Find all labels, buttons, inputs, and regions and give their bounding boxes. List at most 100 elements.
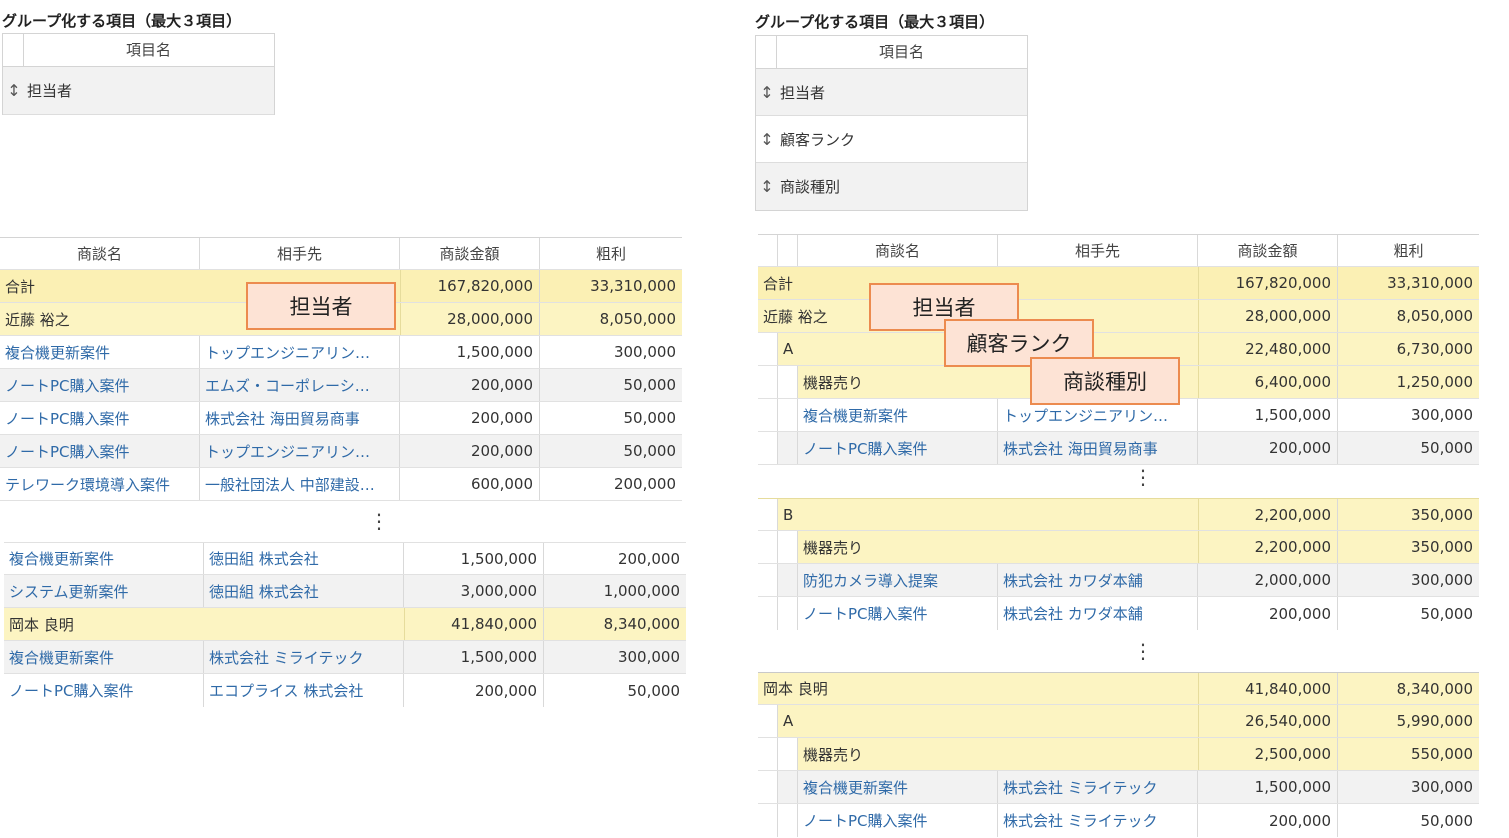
column-header-item-name: 項目名: [878, 43, 924, 61]
header-deal-name[interactable]: 商談名: [798, 235, 998, 266]
subsubgroup-row[interactable]: 機器売り 2,500,000 550,000: [758, 738, 1479, 771]
partner-link[interactable]: 徳田組 株式会社: [204, 575, 404, 607]
partner-link[interactable]: エコプライス 株式会社: [204, 674, 404, 707]
table-row[interactable]: ノートPC購入案件 トップエンジニアリン… 200,000 50,000: [0, 435, 682, 468]
table-row[interactable]: ノートPC購入案件 エコプライス 株式会社 200,000 50,000: [4, 674, 686, 707]
deal-profit: 50,000: [1420, 439, 1474, 457]
subgroup-row[interactable]: A 26,540,000 5,990,000: [758, 705, 1479, 738]
table-row[interactable]: 複合機更新案件 徳田組 株式会社 1,500,000 200,000: [4, 542, 686, 575]
table-row[interactable]: 複合機更新案件 株式会社 ミライテック 1,500,000 300,000: [758, 771, 1479, 804]
partner-link[interactable]: 株式会社 海田貿易商事: [998, 432, 1198, 464]
deal-name-link[interactable]: システム更新案件: [4, 575, 204, 607]
deal-amount: 3,000,000: [404, 575, 544, 607]
deal-name-link[interactable]: ノートPC購入案件: [798, 432, 998, 464]
deal-name-link[interactable]: ノートPC購入案件: [0, 435, 200, 467]
header-amount[interactable]: 商談金額: [1198, 235, 1338, 266]
deal-amount: 1,500,000: [404, 543, 544, 574]
table-row[interactable]: テレワーク環境導入案件 一般社団法人 中部建設… 600,000 200,000: [0, 468, 682, 501]
header-partner[interactable]: 相手先: [200, 238, 400, 269]
table-row[interactable]: システム更新案件 徳田組 株式会社 3,000,000 1,000,000: [4, 575, 686, 608]
grouping-item[interactable]: ↕ 担当者: [756, 69, 1027, 116]
partner-link[interactable]: 株式会社 海田貿易商事: [200, 402, 400, 434]
deal-name-link[interactable]: 複合機更新案件: [0, 336, 200, 368]
deal-amount: 200,000: [1198, 804, 1338, 837]
grouping-heading: グループ化する項目（最大３項目）: [2, 12, 242, 30]
deal-name-link[interactable]: ノートPC購入案件: [798, 804, 998, 837]
partner-link[interactable]: 徳田組 株式会社: [204, 543, 404, 574]
table-row[interactable]: 複合機更新案件 トップエンジニアリン… 1,500,000 300,000: [0, 336, 682, 369]
deal-name-link[interactable]: 複合機更新案件: [798, 399, 998, 431]
deal-table-left: 商談名 相手先 商談金額 粗利 合計 167,820,000 33,310,00…: [0, 237, 682, 502]
partner-link[interactable]: 株式会社 ミライテック: [998, 771, 1198, 803]
group-profit: 8,340,000: [1396, 679, 1473, 698]
table-row[interactable]: ノートPC購入案件 エムズ・コーポレーシ… 200,000 50,000: [0, 369, 682, 402]
grouping-item-label: 顧客ランク: [780, 130, 856, 149]
deal-name-link[interactable]: ノートPC購入案件: [798, 597, 998, 630]
deal-name-link[interactable]: 複合機更新案件: [4, 641, 204, 673]
drag-handle-icon[interactable]: ↕: [760, 163, 774, 210]
table-row[interactable]: 複合機更新案件 株式会社 ミライテック 1,500,000 300,000: [4, 641, 686, 674]
deal-name-link[interactable]: テレワーク環境導入案件: [0, 468, 200, 500]
grouping-item[interactable]: ↕ 担当者: [3, 67, 274, 115]
subgroup-profit: 5,990,000: [1396, 712, 1473, 730]
deal-amount: 1,500,000: [404, 641, 544, 673]
grouping-item[interactable]: ↕ 顧客ランク: [756, 116, 1027, 163]
subsubgroup-label: 機器売り: [803, 745, 864, 764]
header-amount[interactable]: 商談金額: [400, 238, 540, 269]
header-deal-name[interactable]: 商談名: [0, 238, 200, 269]
deal-amount: 200,000: [400, 402, 540, 434]
header-partner[interactable]: 相手先: [998, 235, 1198, 266]
table-row[interactable]: ノートPC購入案件 株式会社 カワダ本舗 200,000 50,000: [758, 597, 1479, 630]
deal-profit: 200,000: [613, 475, 676, 493]
partner-link[interactable]: エムズ・コーポレーシ…: [200, 369, 400, 401]
deal-profit: 50,000: [623, 442, 677, 460]
grouping-item-label: 担当者: [27, 82, 73, 100]
deal-amount: 600,000: [400, 468, 540, 500]
deal-profit: 300,000: [613, 343, 676, 361]
table-row[interactable]: ノートPC購入案件 株式会社 ミライテック 200,000 50,000: [758, 804, 1479, 837]
grouping-config-table: 項目名 ↕ 担当者 ↕ 顧客ランク ↕ 商談種別: [755, 35, 1028, 211]
group-row[interactable]: 近藤 裕之 28,000,000 8,050,000: [758, 300, 1479, 333]
deal-name-link[interactable]: ノートPC購入案件: [0, 369, 200, 401]
deal-profit: 1,000,000: [603, 582, 680, 600]
subsubgroup-profit: 1,250,000: [1396, 373, 1473, 391]
deal-name-link[interactable]: 複合機更新案件: [4, 543, 204, 574]
subgroup-row[interactable]: B 2,200,000 350,000: [758, 498, 1479, 531]
deal-table-right: 商談名 相手先 商談金額 粗利 合計 167,820,000 33,310,00…: [758, 234, 1479, 466]
deal-amount: 200,000: [400, 435, 540, 467]
partner-link[interactable]: 一般社団法人 中部建設…: [200, 468, 400, 500]
group-row[interactable]: 岡本 良明 41,840,000 8,340,000: [758, 672, 1479, 705]
grouping-item[interactable]: ↕ 商談種別: [756, 163, 1027, 210]
deal-name-link[interactable]: 防犯カメラ導入提案: [798, 564, 998, 596]
partner-link[interactable]: 株式会社 カワダ本舗: [998, 564, 1198, 596]
subsubgroup-profit: 350,000: [1410, 538, 1473, 556]
grouping-heading: グループ化する項目（最大３項目）: [755, 13, 995, 31]
group-profit: 8,050,000: [1396, 307, 1473, 325]
partner-link[interactable]: 株式会社 ミライテック: [204, 641, 404, 673]
deal-profit: 50,000: [623, 376, 677, 394]
header-profit[interactable]: 粗利: [1338, 235, 1479, 266]
group-row[interactable]: 岡本 良明 41,840,000 8,340,000: [4, 608, 686, 641]
drag-handle-icon[interactable]: ↕: [760, 116, 774, 162]
drag-handle-icon[interactable]: ↕: [7, 67, 21, 114]
deal-name-link[interactable]: ノートPC購入案件: [4, 674, 204, 707]
group-profit: 8,340,000: [603, 615, 680, 633]
table-row[interactable]: 防犯カメラ導入提案 株式会社 カワダ本舗 2,000,000 300,000: [758, 564, 1479, 597]
partner-link[interactable]: 株式会社 ミライテック: [998, 804, 1198, 837]
grouping-item-label: 担当者: [780, 83, 826, 102]
partner-link[interactable]: トップエンジニアリン…: [200, 336, 400, 368]
header-profit[interactable]: 粗利: [540, 238, 682, 269]
subsubgroup-row[interactable]: 機器売り 2,200,000 350,000: [758, 531, 1479, 564]
drag-handle-icon[interactable]: ↕: [760, 69, 774, 115]
deal-table-left-continued: 複合機更新案件 徳田組 株式会社 1,500,000 200,000 システム更…: [4, 542, 686, 708]
deal-name-link[interactable]: 複合機更新案件: [798, 771, 998, 803]
group-profit: 8,050,000: [599, 310, 676, 328]
table-row[interactable]: ノートPC購入案件 株式会社 海田貿易商事 200,000 50,000: [0, 402, 682, 435]
partner-link[interactable]: トップエンジニアリン…: [200, 435, 400, 467]
subsubgroup-amount: 6,400,000: [1198, 366, 1338, 398]
partner-link[interactable]: 株式会社 カワダ本舗: [998, 597, 1198, 630]
table-header: 商談名 相手先 商談金額 粗利: [0, 237, 682, 270]
group-amount: 41,840,000: [1198, 673, 1338, 704]
deal-name-link[interactable]: ノートPC購入案件: [0, 402, 200, 434]
table-row[interactable]: ノートPC購入案件 株式会社 海田貿易商事 200,000 50,000: [758, 432, 1479, 465]
